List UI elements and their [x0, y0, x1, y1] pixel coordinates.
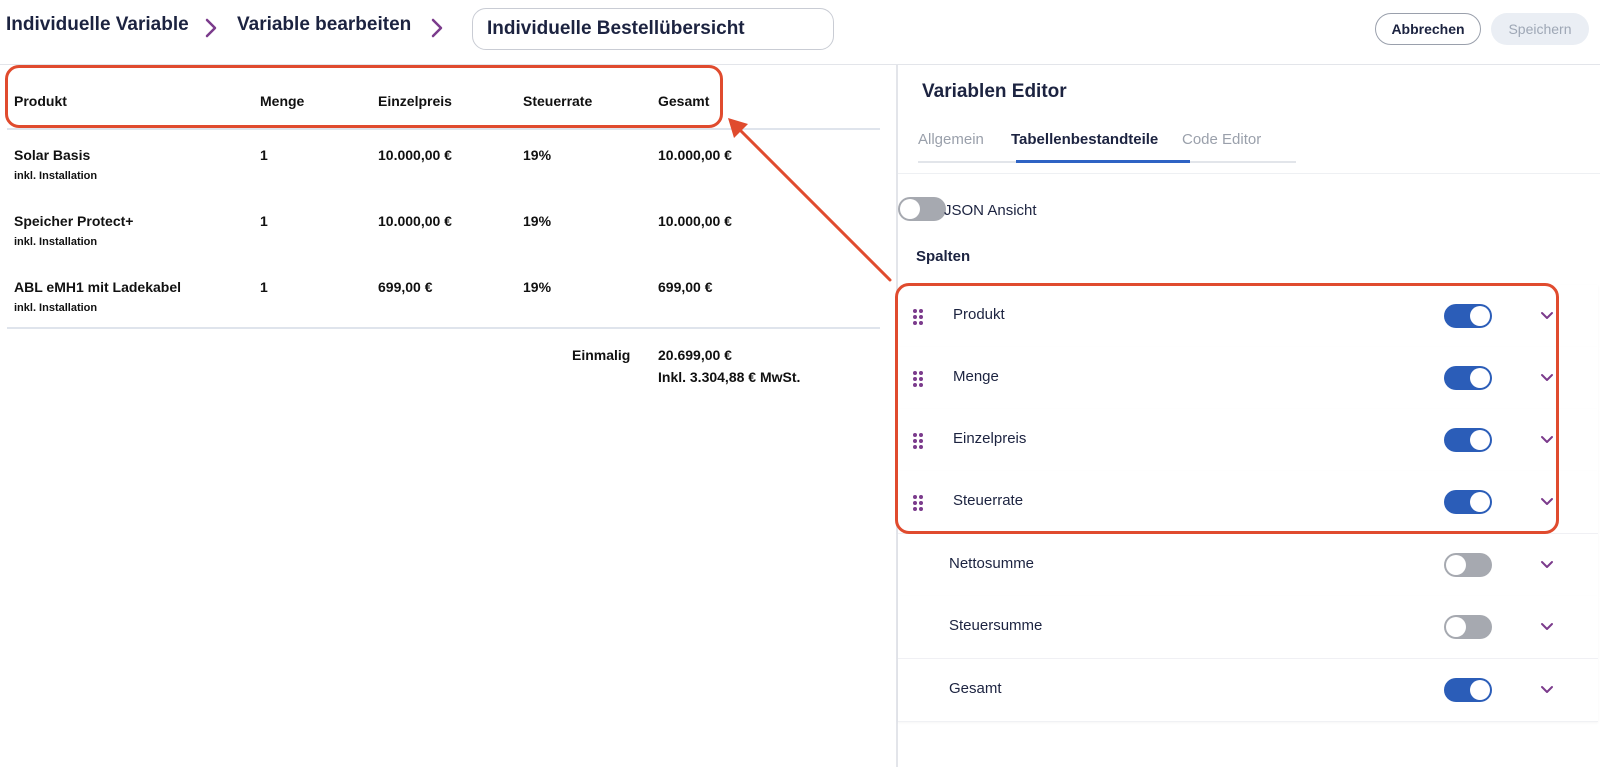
- columns-section-label: Spalten: [916, 248, 971, 265]
- summary-tax-note: Inkl. 3.304,88 € MwSt.: [658, 369, 801, 385]
- cell-note: inkl. Installation: [14, 170, 98, 182]
- cell-note: inkl. Installation: [14, 236, 98, 248]
- cell-produkt: Solar Basis: [14, 147, 91, 163]
- chevron-down-icon[interactable]: [1540, 560, 1554, 570]
- header-divider: [7, 128, 880, 130]
- column-visibility-toggle[interactable]: [1444, 553, 1492, 577]
- chevron-right-icon: [205, 18, 217, 38]
- cell-gesamt: 699,00 €: [658, 279, 713, 295]
- cell-steuerrate: 19%: [523, 279, 552, 295]
- cell-menge: 1: [260, 147, 268, 163]
- summary-label: Einmalig: [572, 347, 631, 363]
- column-row-gesamt[interactable]: Gesamt: [898, 659, 1598, 722]
- table-preview: Produkt Menge Einzelpreis Steuerrate Ges…: [0, 65, 896, 767]
- cell-produkt: ABL eMH1 mit Ladekabel: [14, 279, 182, 295]
- annotation-highlight-columns: [895, 283, 1559, 534]
- cell-einzelpreis: 699,00 €: [378, 279, 433, 295]
- save-button[interactable]: Speichern: [1491, 13, 1589, 45]
- tab-allgemein[interactable]: Allgemein: [918, 131, 984, 148]
- cell-menge: 1: [260, 279, 268, 295]
- rows-divider: [7, 327, 880, 329]
- tabs-divider: [898, 173, 1600, 174]
- tab-tabellenbestandteile[interactable]: Tabellenbestandteile: [1011, 131, 1158, 148]
- cell-steuerrate: 19%: [523, 147, 552, 163]
- summary-total: 20.699,00 €: [658, 347, 732, 363]
- column-label: Gesamt: [949, 680, 1002, 697]
- cancel-button[interactable]: Abbrechen: [1375, 13, 1481, 45]
- column-label: Steuersumme: [949, 617, 1043, 634]
- active-tab-indicator: [1016, 160, 1190, 163]
- breadcrumb-variable-bearbeiten[interactable]: Variable bearbeiten: [237, 14, 411, 36]
- variable-editor-panel: Variablen Editor Allgemein Tabellenbesta…: [895, 65, 1600, 767]
- annotation-highlight-header: [5, 65, 723, 128]
- cell-gesamt: 10.000,00 €: [658, 147, 732, 163]
- cell-einzelpreis: 10.000,00 €: [378, 147, 452, 163]
- json-view-toggle[interactable]: [898, 197, 946, 221]
- top-bar: Individuelle Variable Variable bearbeite…: [0, 0, 1600, 65]
- json-view-label: JSON Ansicht: [944, 202, 1037, 219]
- column-visibility-toggle[interactable]: [1444, 678, 1492, 702]
- cell-menge: 1: [260, 213, 268, 229]
- chevron-down-icon[interactable]: [1540, 622, 1554, 632]
- column-row-nettosumme[interactable]: Nettosumme: [898, 534, 1598, 597]
- cell-produkt: Speicher Protect+: [14, 213, 134, 229]
- chevron-down-icon[interactable]: [1540, 685, 1554, 695]
- variable-name-input[interactable]: [472, 8, 834, 50]
- breadcrumb-individuelle-variable[interactable]: Individuelle Variable: [6, 14, 189, 36]
- cell-einzelpreis: 10.000,00 €: [378, 213, 452, 229]
- column-row-steuersumme[interactable]: Steuersumme: [898, 596, 1598, 659]
- column-visibility-toggle[interactable]: [1444, 615, 1492, 639]
- chevron-right-icon: [431, 18, 443, 38]
- cell-gesamt: 10.000,00 €: [658, 213, 732, 229]
- tab-code-editor[interactable]: Code Editor: [1182, 131, 1261, 148]
- cell-steuerrate: 19%: [523, 213, 552, 229]
- cell-note: inkl. Installation: [14, 302, 98, 314]
- column-label: Nettosumme: [949, 555, 1035, 572]
- editor-title: Variablen Editor: [922, 81, 1067, 102]
